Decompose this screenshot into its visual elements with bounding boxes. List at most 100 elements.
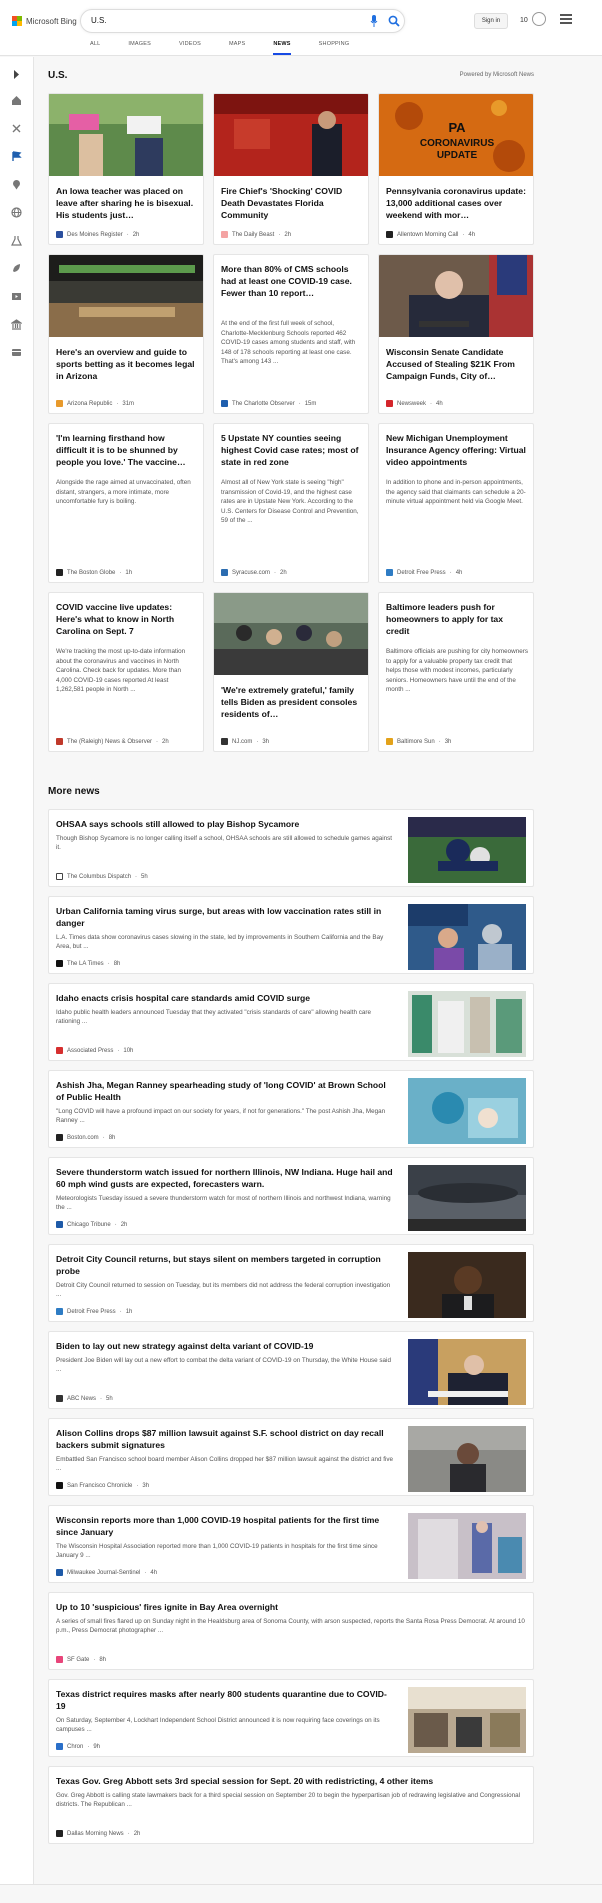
row-image xyxy=(408,1078,526,1144)
card-title[interactable]: More than 80% of CMS schools had at leas… xyxy=(221,263,363,299)
expand-icon[interactable] xyxy=(11,69,22,80)
row-title[interactable]: Up to 10 'suspicious' fires ignite in Ba… xyxy=(56,1601,526,1613)
tab-all[interactable]: ALL xyxy=(90,41,100,56)
row-image xyxy=(408,904,526,970)
news-row[interactable]: Wisconsin reports more than 1,000 COVID-… xyxy=(48,1505,534,1583)
row-title[interactable]: Wisconsin reports more than 1,000 COVID-… xyxy=(56,1514,396,1538)
source-logo-icon xyxy=(221,231,228,238)
source-logo-icon xyxy=(56,1743,63,1750)
card-title[interactable]: Pennsylvania coronavirus update: 13,000 … xyxy=(386,185,528,221)
location-icon[interactable] xyxy=(11,179,22,190)
search-tabs: ALL IMAGES VIDEOS MAPS NEWS SHOPPING xyxy=(90,41,377,56)
news-card[interactable]: 'I'm learning firsthand how difficult it… xyxy=(48,423,204,583)
card-image: PA CORONAVIRUSUPDATE xyxy=(379,94,533,176)
svg-text:PA: PA xyxy=(448,120,466,135)
card-title[interactable]: New Michigan Unemployment Insurance Agen… xyxy=(386,432,528,468)
globe-icon[interactable] xyxy=(11,207,22,218)
tab-shopping[interactable]: SHOPPING xyxy=(319,41,350,56)
rewards-trophy-icon[interactable] xyxy=(532,12,546,26)
bank-icon[interactable] xyxy=(11,319,22,330)
row-title[interactable]: Alison Collins drops $87 million lawsuit… xyxy=(56,1427,396,1451)
card-title[interactable]: 'We're extremely grateful,' family tells… xyxy=(221,684,363,720)
source-logo-icon xyxy=(56,1482,63,1489)
search-box[interactable]: U.S. xyxy=(80,9,405,33)
card-title[interactable]: Baltimore leaders push for homeowners to… xyxy=(386,601,528,637)
tab-news[interactable]: NEWS xyxy=(273,41,291,56)
row-title[interactable]: Urban California taming virus surge, but… xyxy=(56,905,396,929)
news-row[interactable]: Biden to lay out new strategy against de… xyxy=(48,1331,534,1409)
row-title[interactable]: Severe thunderstorm watch issued for nor… xyxy=(56,1166,396,1190)
news-row[interactable]: Idaho enacts crisis hospital care standa… xyxy=(48,983,534,1061)
news-row[interactable]: Urban California taming virus surge, but… xyxy=(48,896,534,974)
news-card[interactable]: COVID vaccine live updates: Here's what … xyxy=(48,592,204,752)
row-source: The LA Times · 8h xyxy=(56,960,120,967)
news-row[interactable]: Texas district requires masks after near… xyxy=(48,1679,534,1757)
card-source: The Daily Beast · 2h xyxy=(221,231,291,238)
row-title[interactable]: Texas Gov. Greg Abbott sets 3rd special … xyxy=(56,1775,526,1787)
card-source: Newsweek · 4h xyxy=(386,400,443,407)
card-image xyxy=(214,593,368,675)
source-logo-icon xyxy=(56,1830,63,1837)
row-image xyxy=(408,1426,526,1492)
source-logo-icon xyxy=(56,231,63,238)
source-logo-icon xyxy=(56,1134,63,1141)
entertainment-icon[interactable] xyxy=(11,291,22,302)
recent-icon[interactable] xyxy=(11,123,22,134)
cards-icon[interactable] xyxy=(11,347,22,358)
card-snippet: In addition to phone and in-person appoi… xyxy=(386,479,526,505)
bing-logo[interactable]: Microsoft Bing xyxy=(12,14,77,28)
row-title[interactable]: Biden to lay out new strategy against de… xyxy=(56,1340,396,1352)
news-card[interactable]: 5 Upstate NY counties seeing highest Cov… xyxy=(213,423,369,583)
news-card[interactable]: PA CORONAVIRUS UPDATE Pennsylvania coronav… xyxy=(378,93,534,245)
row-title[interactable]: Detroit City Council returns, but stays … xyxy=(56,1253,396,1277)
card-image xyxy=(49,94,203,176)
news-row[interactable]: OHSAA says schools still allowed to play… xyxy=(48,809,534,887)
news-card[interactable]: New Michigan Unemployment Insurance Agen… xyxy=(378,423,534,583)
powered-by-label[interactable]: Powered by Microsoft News xyxy=(460,72,534,78)
row-title[interactable]: Texas district requires masks after near… xyxy=(56,1688,396,1712)
card-title[interactable]: COVID vaccine live updates: Here's what … xyxy=(56,601,198,637)
sign-in-button[interactable]: Sign in xyxy=(474,13,508,29)
rocket-icon[interactable] xyxy=(11,263,22,274)
search-icon[interactable] xyxy=(388,15,400,27)
home-icon[interactable] xyxy=(11,95,22,106)
news-row[interactable]: Severe thunderstorm watch issued for nor… xyxy=(48,1157,534,1235)
news-row[interactable]: Up to 10 'suspicious' fires ignite in Ba… xyxy=(48,1592,534,1670)
source-logo-icon xyxy=(56,400,63,407)
news-card[interactable]: Wisconsin Senate Candidate Accused of St… xyxy=(378,254,534,414)
card-source: Detroit Free Press · 4h xyxy=(386,569,462,576)
microphone-icon[interactable] xyxy=(370,15,378,27)
card-title[interactable]: Fire Chief's 'Shocking' COVID Death Deva… xyxy=(221,185,363,221)
tab-maps[interactable]: MAPS xyxy=(229,41,245,56)
news-card[interactable]: An Iowa teacher was placed on leave afte… xyxy=(48,93,204,245)
card-title[interactable]: Here's an overview and guide to sports b… xyxy=(56,346,198,382)
card-title[interactable]: Wisconsin Senate Candidate Accused of St… xyxy=(386,346,528,382)
row-title[interactable]: Ashish Jha, Megan Ranney spearheading st… xyxy=(56,1079,396,1103)
rewards-count[interactable]: 10 xyxy=(520,17,528,24)
news-card[interactable]: 'We're extremely grateful,' family tells… xyxy=(213,592,369,752)
row-image xyxy=(408,817,526,883)
card-title[interactable]: 5 Upstate NY counties seeing highest Cov… xyxy=(221,432,363,468)
tab-images[interactable]: IMAGES xyxy=(128,41,151,56)
news-row[interactable]: Detroit City Council returns, but stays … xyxy=(48,1244,534,1322)
science-icon[interactable] xyxy=(11,235,22,246)
card-title[interactable]: 'I'm learning firsthand how difficult it… xyxy=(56,432,198,468)
search-input[interactable]: U.S. xyxy=(91,16,107,25)
row-title[interactable]: OHSAA says schools still allowed to play… xyxy=(56,818,396,830)
news-row[interactable]: Alison Collins drops $87 million lawsuit… xyxy=(48,1418,534,1496)
news-card[interactable]: More than 80% of CMS schools had at leas… xyxy=(213,254,369,414)
news-row[interactable]: Ashish Jha, Megan Ranney spearheading st… xyxy=(48,1070,534,1148)
news-row[interactable]: Texas Gov. Greg Abbott sets 3rd special … xyxy=(48,1766,534,1844)
row-title[interactable]: Idaho enacts crisis hospital care standa… xyxy=(56,992,396,1004)
hamburger-menu-icon[interactable] xyxy=(560,14,572,24)
tab-videos[interactable]: VIDEOS xyxy=(179,41,201,56)
news-card[interactable]: Baltimore leaders push for homeowners to… xyxy=(378,592,534,752)
news-card[interactable]: Fire Chief's 'Shocking' COVID Death Deva… xyxy=(213,93,369,245)
row-snippet: Though Bishop Sycamore is no longer call… xyxy=(56,835,393,851)
row-source: Associated Press · 10h xyxy=(56,1047,133,1054)
news-card[interactable]: Here's an overview and guide to sports b… xyxy=(48,254,204,414)
card-source: Des Moines Register · 2h xyxy=(56,231,139,238)
card-title[interactable]: An Iowa teacher was placed on leave afte… xyxy=(56,185,198,221)
left-sidebar xyxy=(0,57,34,1903)
flag-icon[interactable] xyxy=(11,151,22,162)
